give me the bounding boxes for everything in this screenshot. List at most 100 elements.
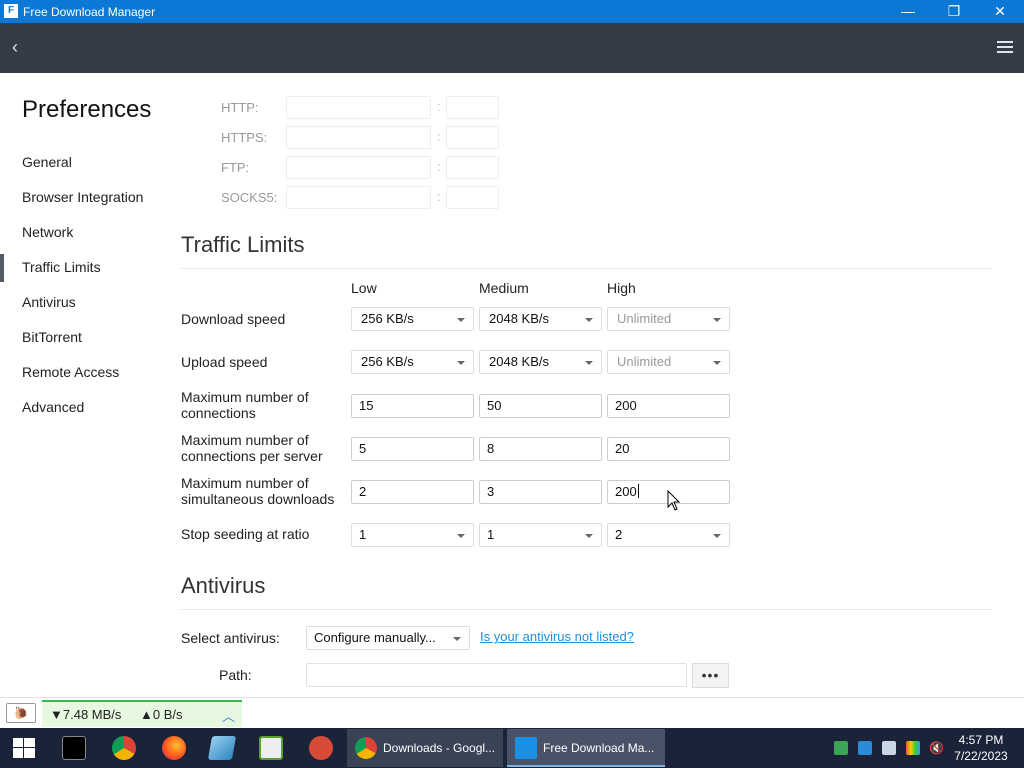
chevron-up-icon[interactable]: ︿	[222, 706, 235, 725]
close-button[interactable]: ✕	[977, 0, 1023, 23]
sidebar-item-general[interactable]: General	[22, 154, 72, 170]
dropdown-caret-icon	[713, 534, 721, 538]
tray-sync-icon[interactable]	[858, 741, 872, 755]
download-speed-value: ▼7.48 MB/s	[50, 707, 122, 722]
proxy-socks5-label: SOCKS5:	[221, 190, 278, 205]
app-toolbar: ‹	[0, 23, 1024, 73]
sidebar-item-traffic-limits[interactable]: Traffic Limits	[22, 259, 101, 275]
download-speed-low-select[interactable]: 256 KB/s	[351, 307, 474, 331]
volume-muted-icon[interactable]: 🔇	[929, 741, 944, 755]
paint-icon[interactable]	[309, 736, 333, 760]
download-speed-medium-select[interactable]: 2048 KB/s	[479, 307, 602, 331]
proxy-http-label: HTTP:	[221, 100, 259, 115]
sidebar-item-remote-access[interactable]: Remote Access	[22, 364, 119, 380]
select-value: 256 KB/s	[361, 354, 414, 369]
tray-color-icon[interactable]	[906, 741, 920, 755]
stop-seeding-medium-select[interactable]: 1	[479, 523, 602, 547]
antivirus-heading: Antivirus	[181, 573, 266, 598]
max-connections-per-server-low-input[interactable]: 5	[351, 437, 474, 461]
proxy-https-host-input[interactable]	[286, 126, 431, 149]
browse-path-button[interactable]: •••	[692, 663, 729, 688]
chrome-icon[interactable]	[112, 736, 136, 760]
text-caret	[637, 484, 639, 498]
hamburger-menu-icon[interactable]	[997, 41, 1013, 53]
notepad-icon[interactable]	[207, 736, 237, 760]
max-connections-high-input[interactable]: 200	[607, 394, 730, 418]
editor-icon[interactable]	[259, 736, 283, 760]
proxy-http-host-input[interactable]	[286, 96, 431, 119]
select-value: 256 KB/s	[361, 311, 414, 326]
upload-speed-medium-select[interactable]: 2048 KB/s	[479, 350, 602, 374]
tray-display-icon[interactable]	[882, 741, 896, 755]
select-value: Unlimited	[617, 311, 672, 326]
input-value: 200	[615, 484, 637, 499]
dropdown-caret-icon	[585, 534, 593, 538]
command-prompt-icon[interactable]	[62, 736, 86, 760]
windows-start-icon[interactable]	[13, 738, 35, 758]
dropdown-caret-icon	[457, 318, 465, 322]
taskbar-app-label: Free Download Ma...	[543, 741, 655, 755]
max-simultaneous-downloads-low-input[interactable]: 2	[351, 480, 474, 504]
column-low-header: Low	[351, 280, 377, 296]
speed-indicator[interactable]: ▼7.48 MB/s ▲0 B/s ︿	[42, 700, 242, 727]
max-connections-per-server-medium-input[interactable]: 8	[479, 437, 602, 461]
mouse-pointer-icon	[667, 490, 681, 511]
windows-taskbar: Downloads - Googl... Free Download Ma...…	[0, 728, 1024, 768]
select-value: Configure manually...	[314, 630, 436, 645]
select-value: 1	[487, 527, 495, 542]
tray-network-icon[interactable]	[834, 741, 848, 755]
dropdown-caret-icon	[713, 361, 721, 365]
clock-time: 4:57 PM	[958, 733, 1004, 747]
window-title: Free Download Manager	[23, 5, 156, 19]
dropdown-caret-icon	[585, 318, 593, 322]
max-simultaneous-downloads-medium-input[interactable]: 3	[479, 480, 602, 504]
proxy-socks5-port-input[interactable]	[446, 186, 499, 209]
antivirus-path-input[interactable]	[306, 663, 687, 687]
sidebar-item-advanced[interactable]: Advanced	[22, 399, 84, 415]
speed-mode-snail-icon[interactable]: 🐌	[6, 703, 36, 723]
stop-seeding-high-select[interactable]: 2	[607, 523, 730, 547]
proxy-https-port-input[interactable]	[446, 126, 499, 149]
upload-speed-low-select[interactable]: 256 KB/s	[351, 350, 474, 374]
firefox-icon[interactable]	[162, 736, 186, 760]
taskbar-app-fdm[interactable]: Free Download Ma...	[507, 729, 665, 767]
taskbar-app-chrome-downloads[interactable]: Downloads - Googl...	[347, 729, 503, 767]
restore-button[interactable]: ❐	[931, 0, 977, 23]
system-clock[interactable]: 4:57 PM 7/22/2023	[953, 732, 1009, 764]
max-connections-medium-input[interactable]: 50	[479, 394, 602, 418]
max-connections-low-input[interactable]: 15	[351, 394, 474, 418]
proxy-ftp-port-input[interactable]	[446, 156, 499, 179]
divider	[181, 609, 992, 610]
antivirus-select[interactable]: Configure manually...	[306, 626, 470, 650]
max-connections-per-server-high-input[interactable]: 20	[607, 437, 730, 461]
back-arrow-icon[interactable]: ‹	[12, 37, 30, 57]
page-title: Preferences	[22, 96, 152, 123]
active-nav-indicator	[0, 254, 4, 282]
dropdown-caret-icon	[457, 361, 465, 365]
taskbar-app-label: Downloads - Googl...	[383, 741, 496, 755]
chrome-icon	[355, 737, 377, 759]
proxy-socks5-host-input[interactable]	[286, 186, 431, 209]
column-high-header: High	[607, 280, 636, 296]
select-value: 2048 KB/s	[489, 311, 549, 326]
fdm-logo-icon	[515, 737, 537, 759]
download-speed-high-select[interactable]: Unlimited	[607, 307, 730, 331]
minimize-button[interactable]: —	[885, 0, 931, 23]
select-value: 2	[615, 527, 623, 542]
proxy-http-port-input[interactable]	[446, 96, 499, 119]
upload-speed-high-select[interactable]: Unlimited	[607, 350, 730, 374]
fdm-logo-icon: F	[4, 4, 18, 18]
proxy-separator: :	[437, 99, 441, 114]
window-titlebar: F Free Download Manager — ❐ ✕	[0, 0, 1024, 23]
proxy-separator: :	[437, 129, 441, 144]
sidebar-item-bittorrent[interactable]: BitTorrent	[22, 329, 82, 345]
proxy-ftp-host-input[interactable]	[286, 156, 431, 179]
antivirus-not-listed-link[interactable]: Is your antivirus not listed?	[480, 629, 634, 644]
max-connections-label: Maximum number of connections	[181, 389, 309, 421]
sidebar-item-network[interactable]: Network	[22, 224, 73, 240]
upload-speed-label: Upload speed	[181, 354, 268, 370]
stop-seeding-low-select[interactable]: 1	[351, 523, 474, 547]
proxy-separator: :	[437, 189, 441, 204]
sidebar-item-antivirus[interactable]: Antivirus	[22, 294, 76, 310]
sidebar-item-browser-integration[interactable]: Browser Integration	[22, 189, 143, 205]
